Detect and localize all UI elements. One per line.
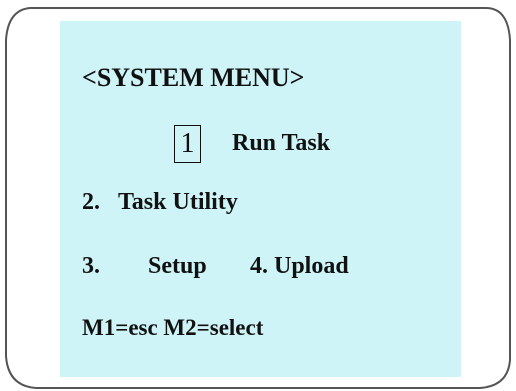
menu-item-task-utility[interactable]: Task Utility [118,189,238,216]
menu-item-setup[interactable]: Setup [148,253,207,280]
menu-item-upload[interactable]: 4. Upload [250,253,349,280]
key-hint-footer: M1=esc M2=select [82,315,264,340]
menu-title: <SYSTEM MENU> [82,63,305,92]
lcd-screen: <SYSTEM MENU> 1 Run Task 2. Task Utility… [60,21,461,377]
menu-item-run-task[interactable]: Run Task [232,130,330,157]
device-frame: <SYSTEM MENU> 1 Run Task 2. Task Utility… [0,0,516,391]
selection-cursor[interactable]: 1 [174,125,201,163]
menu-item-number-2: 2. [82,189,100,215]
menu-item-number-3: 3. [82,253,100,279]
